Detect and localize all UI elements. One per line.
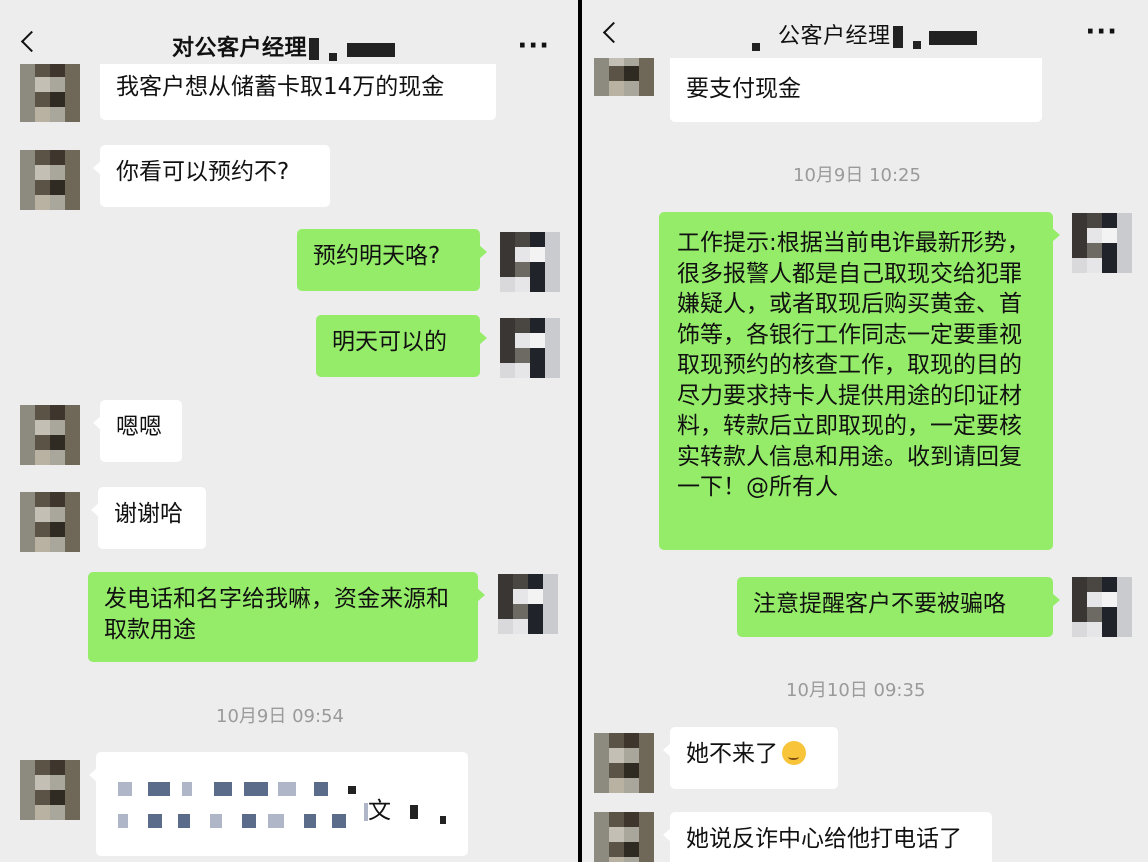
message-bubble[interactable]: 发电话和名字给我嘛，资金来源和取款用途	[88, 572, 485, 662]
chat-title: 对公客户经理	[172, 30, 396, 62]
avatar[interactable]	[500, 232, 560, 292]
message-text: 要支付现金	[686, 76, 801, 102]
message-text: 我客户想从储蓄卡取14万的现金	[116, 74, 445, 100]
more-options-icon[interactable]: ···	[1085, 19, 1118, 45]
avatar[interactable]	[20, 405, 80, 465]
chat-header: 对公客户经理 ···	[0, 0, 578, 64]
partial-text: 文	[364, 796, 446, 827]
message-text: 明天可以的	[332, 329, 447, 355]
back-arrow-icon[interactable]	[602, 21, 625, 44]
avatar[interactable]	[594, 733, 654, 793]
message-text: 发电话和名字给我嘛，资金来源和取款用途	[104, 586, 449, 643]
message-bubble[interactable]: 明天可以的	[316, 315, 487, 377]
message-bubble[interactable]: 你看可以预约不?	[93, 145, 330, 207]
avatar[interactable]	[20, 760, 80, 820]
message-bubble[interactable]: 嗯嗯	[93, 400, 182, 462]
message-text: 你看可以预约不?	[116, 159, 290, 185]
message-bubble[interactable]: 我客户想从储蓄卡取14万的现金	[100, 56, 496, 120]
chat-title: 公客户经理	[752, 18, 977, 51]
avatar[interactable]	[500, 318, 560, 378]
message-bubble[interactable]: 预约明天咯?	[297, 229, 487, 291]
message-text: 嗯嗯	[116, 414, 162, 440]
avatar[interactable]	[594, 812, 654, 862]
avatar[interactable]	[20, 62, 80, 122]
chat-header: 公客户经理 ···	[582, 0, 1148, 58]
message-text: 她不来了	[686, 741, 778, 767]
message-text: 谢谢哈	[114, 501, 183, 527]
message-text: 工作提示:根据当前电诈最新形势，很多报警人都是自己取现交给犯罪嫌疑人，或者取现后…	[677, 230, 1030, 500]
message-text: 她说反诈中心给他打电话了	[686, 826, 962, 852]
message-text: 预约明天咯?	[313, 243, 441, 269]
back-arrow-icon[interactable]	[20, 30, 43, 53]
redacted-message-bubble[interactable]: 文	[89, 752, 468, 856]
more-options-icon[interactable]: ···	[517, 33, 550, 59]
avatar[interactable]	[1072, 577, 1132, 637]
avatar[interactable]	[1072, 213, 1132, 273]
redacted-text	[118, 782, 378, 796]
message-bubble[interactable]: 她说反诈中心给他打电话了	[663, 812, 992, 862]
avatar[interactable]	[20, 150, 80, 210]
thinking-face-icon	[782, 741, 806, 765]
avatar[interactable]	[20, 492, 80, 552]
avatar[interactable]	[498, 574, 558, 634]
message-bubble[interactable]: 注意提醒客户不要被骗咯	[737, 577, 1060, 637]
timestamp: 10月10日 09:35	[786, 680, 926, 701]
message-text: 注意提醒客户不要被骗咯	[753, 591, 1006, 617]
redacted-text	[118, 814, 358, 828]
timestamp: 10月9日 10:25	[793, 165, 921, 186]
timestamp: 10月9日 09:54	[216, 706, 344, 727]
message-bubble[interactable]: 她不来了	[663, 727, 838, 789]
left-chat-panel: 对公客户经理 ··· 我客户想从储蓄卡取14万的现金 你看可以预约不? 预约明天…	[0, 0, 578, 862]
message-bubble[interactable]: 谢谢哈	[91, 487, 206, 549]
work-notice-bubble[interactable]: 工作提示:根据当前电诈最新形势，很多报警人都是自己取现交给犯罪嫌疑人，或者取现后…	[659, 212, 1060, 550]
right-chat-panel: 要支付现金 公客户经理 ··· 10月9日 10:25 工作提示:根据当前电诈最…	[582, 0, 1148, 862]
